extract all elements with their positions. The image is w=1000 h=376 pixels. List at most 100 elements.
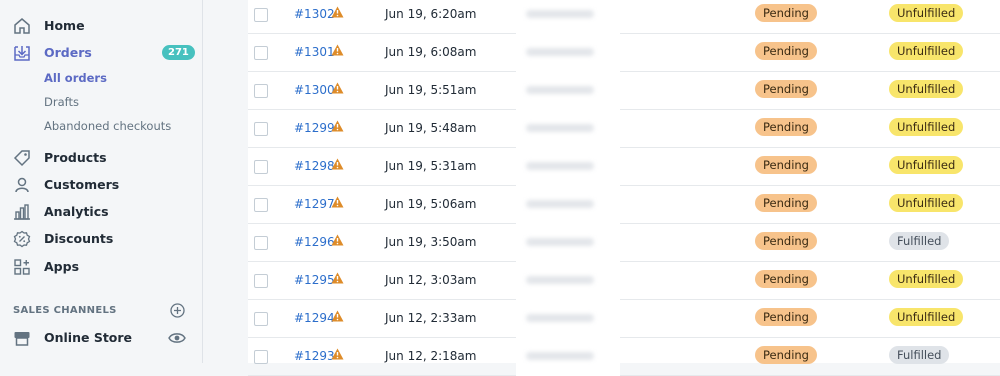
fulfillment-status-badge: Unfulfilled (889, 308, 964, 326)
row-checkbox[interactable] (254, 46, 268, 60)
nav-apps[interactable]: Apps (0, 253, 203, 280)
table-row[interactable]: #1294 Jun 12, 2:33am Pending Unfulfilled (248, 300, 1000, 338)
table-row[interactable]: #1295 Jun 12, 3:03am Pending Unfulfilled (248, 262, 1000, 300)
warning-icon (331, 310, 344, 322)
payment-status-badge: Pending (755, 194, 817, 212)
order-number-link[interactable]: #1293 (294, 349, 335, 363)
order-number-link[interactable]: #1296 (294, 235, 335, 249)
order-date: Jun 19, 3:50am (385, 235, 477, 249)
payment-status-badge: Pending (755, 80, 817, 98)
order-date: Jun 19, 6:08am (385, 45, 477, 59)
table-row[interactable]: #1297 Jun 19, 5:06am Pending Unfulfilled (248, 186, 1000, 224)
row-checkbox[interactable] (254, 198, 268, 212)
customer-name-redacted (516, 72, 620, 110)
nav-customers[interactable]: Customers (0, 171, 203, 198)
order-number-link[interactable]: #1297 (294, 197, 335, 211)
nav-abandoned-checkouts[interactable]: Abandoned checkouts (44, 119, 171, 133)
order-number-link[interactable]: #1294 (294, 311, 335, 325)
order-number-link[interactable]: #1302 (294, 7, 335, 21)
order-date: Jun 19, 6:20am (385, 7, 477, 21)
page-gutter (203, 0, 248, 363)
row-checkbox[interactable] (254, 84, 268, 98)
order-date: Jun 12, 3:03am (385, 273, 477, 287)
table-row[interactable]: #1298 Jun 19, 5:31am Pending Unfulfilled (248, 148, 1000, 186)
row-checkbox[interactable] (254, 274, 268, 288)
customer-name-redacted (516, 224, 620, 262)
sidebar: Home Orders 271 All orders Drafts Abando… (0, 0, 203, 363)
row-checkbox[interactable] (254, 8, 268, 22)
payment-status-badge: Pending (755, 42, 817, 60)
table-row[interactable]: #1302 Jun 19, 6:20am Pending Unfulfilled (248, 0, 1000, 34)
nav-online-store-label: Online Store (44, 330, 133, 345)
warning-icon (331, 44, 344, 56)
nav-all-orders[interactable]: All orders (44, 71, 107, 85)
nav-discounts[interactable]: Discounts (0, 225, 203, 252)
customer-name-redacted (516, 262, 620, 300)
order-number-link[interactable]: #1299 (294, 121, 335, 135)
warning-icon (331, 234, 344, 246)
payment-status-badge: Pending (755, 118, 817, 136)
order-number-link[interactable]: #1301 (294, 45, 335, 59)
customer-name-redacted (516, 0, 620, 34)
fulfillment-status-badge: Fulfilled (889, 232, 950, 250)
table-row[interactable]: #1299 Jun 19, 5:48am Pending Unfulfilled (248, 110, 1000, 148)
fulfillment-status-badge: Unfulfilled (889, 194, 964, 212)
warning-icon (331, 272, 344, 284)
order-date: Jun 19, 5:06am (385, 197, 477, 211)
nav-home[interactable]: Home (0, 12, 203, 39)
nav-home-label: Home (44, 18, 85, 33)
row-checkbox[interactable] (254, 312, 268, 326)
store-icon (12, 328, 32, 348)
order-date: Jun 12, 2:18am (385, 349, 477, 363)
orders-table: #1302 Jun 19, 6:20am Pending Unfulfilled… (248, 0, 1000, 376)
table-row[interactable]: #1301 Jun 19, 6:08am Pending Unfulfilled (248, 34, 1000, 72)
bar-chart-icon (12, 202, 32, 222)
order-date: Jun 19, 5:51am (385, 83, 477, 97)
nav-drafts[interactable]: Drafts (44, 95, 79, 109)
nav-customers-label: Customers (44, 177, 120, 192)
discount-icon (12, 229, 32, 249)
table-row[interactable]: #1293 Jun 12, 2:18am Pending Fulfilled (248, 338, 1000, 376)
order-date: Jun 19, 5:31am (385, 159, 477, 173)
nav-apps-label: Apps (44, 259, 80, 274)
nav-products[interactable]: Products (0, 144, 203, 171)
row-checkbox[interactable] (254, 160, 268, 174)
table-row[interactable]: #1300 Jun 19, 5:51am Pending Unfulfilled (248, 72, 1000, 110)
nav-orders[interactable]: Orders 271 (0, 39, 203, 66)
tag-icon (12, 148, 32, 168)
eye-icon[interactable] (168, 330, 186, 344)
order-number-link[interactable]: #1295 (294, 273, 335, 287)
fulfillment-status-badge: Unfulfilled (889, 42, 964, 60)
fulfillment-status-badge: Unfulfilled (889, 4, 964, 22)
warning-icon (331, 158, 344, 170)
customer-name-redacted (516, 338, 620, 376)
nav-products-label: Products (44, 150, 107, 165)
payment-status-badge: Pending (755, 270, 817, 288)
orders-count-badge: 271 (162, 45, 195, 60)
sales-channels-heading: SALES CHANNELS (13, 305, 117, 316)
add-channel-icon[interactable] (170, 303, 185, 318)
orders-icon (12, 43, 32, 63)
apps-grid-icon (12, 257, 32, 277)
customer-name-redacted (516, 34, 620, 72)
order-date: Jun 19, 5:48am (385, 121, 477, 135)
warning-icon (331, 6, 344, 18)
nav-discounts-label: Discounts (44, 231, 114, 246)
fulfillment-status-badge: Unfulfilled (889, 118, 964, 136)
customer-name-redacted (516, 300, 620, 338)
warning-icon (331, 348, 344, 360)
row-checkbox[interactable] (254, 350, 268, 364)
table-row[interactable]: #1296 Jun 19, 3:50am Pending Fulfilled (248, 224, 1000, 262)
payment-status-badge: Pending (755, 308, 817, 326)
customer-name-redacted (516, 110, 620, 148)
payment-status-badge: Pending (755, 346, 817, 364)
order-number-link[interactable]: #1298 (294, 159, 335, 173)
order-number-link[interactable]: #1300 (294, 83, 335, 97)
row-checkbox[interactable] (254, 122, 268, 136)
nav-analytics-label: Analytics (44, 204, 109, 219)
nav-orders-label: Orders (44, 45, 92, 60)
person-icon (12, 175, 32, 195)
nav-analytics[interactable]: Analytics (0, 198, 203, 225)
row-checkbox[interactable] (254, 236, 268, 250)
payment-status-badge: Pending (755, 156, 817, 174)
